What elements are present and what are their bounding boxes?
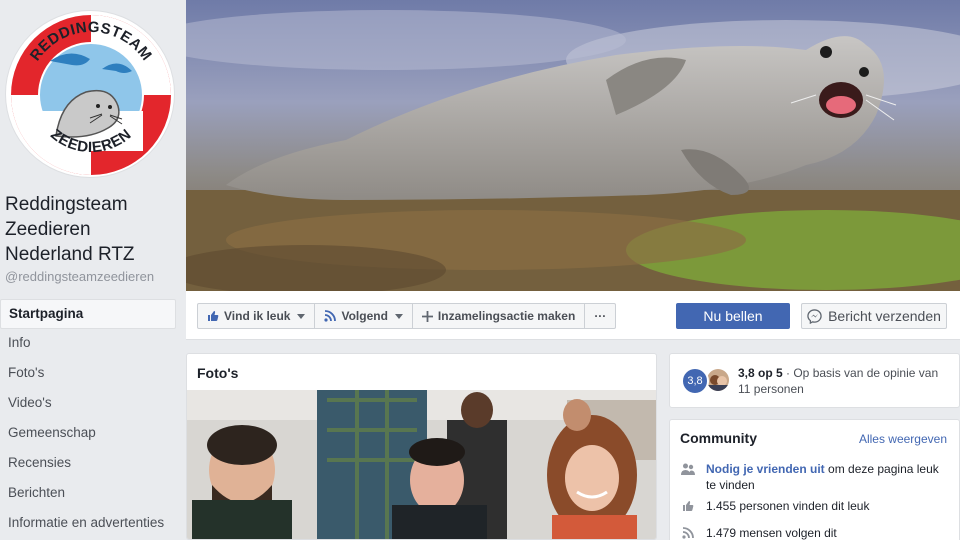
- chevron-down-icon: [297, 313, 306, 319]
- group-photo-image: [187, 390, 656, 539]
- chevron-down-icon: [394, 313, 403, 319]
- send-message-button[interactable]: Bericht verzenden: [801, 303, 947, 329]
- nav-item-info[interactable]: Info: [0, 329, 176, 359]
- page-nav: Startpagina Info Foto's Video's Gemeensc…: [0, 299, 176, 539]
- cover-photo[interactable]: [186, 0, 960, 291]
- nav-item-videos[interactable]: Video's: [0, 389, 176, 419]
- follows-row: 1.479 mensen volgen dit: [680, 525, 950, 540]
- follow-button[interactable]: Volgend: [315, 304, 413, 328]
- follow-label: Volgend: [341, 309, 388, 323]
- follows-count: 1.479 mensen volgen dit: [706, 526, 837, 540]
- invite-friends-link[interactable]: Nodig je vrienden uit: [706, 462, 825, 476]
- page-handle[interactable]: @reddingsteamzeedieren: [5, 269, 154, 284]
- logo-ring-text: REDDINGSTEAM ZEEDIEREN: [27, 19, 155, 157]
- more-icon: ···: [594, 309, 607, 323]
- like-label: Vind ik leuk: [224, 309, 291, 323]
- photos-card: Foto's: [186, 353, 657, 540]
- thumbs-up-icon: [680, 498, 696, 514]
- people-icon: [680, 461, 696, 493]
- rating-card: 3,8 3,8 op 5 · Op basis van de opinie va…: [669, 353, 960, 408]
- fundraiser-button[interactable]: Inzamelingsactie maken: [413, 304, 586, 328]
- fundraiser-label: Inzamelingsactie maken: [437, 309, 576, 323]
- messenger-icon: [807, 308, 822, 324]
- logo-text-bottom: ZEEDIEREN: [47, 126, 134, 157]
- logo-text-top: REDDINGSTEAM: [27, 19, 155, 64]
- left-column: REDDINGSTEAM ZEEDIEREN Reddingsteam Zeed…: [0, 0, 185, 540]
- nav-item-posts[interactable]: Berichten: [0, 479, 176, 509]
- action-button-group: Vind ik leuk Volgend Inzamelingsactie ma…: [197, 303, 617, 329]
- nav-item-community[interactable]: Gemeenschap: [0, 419, 176, 449]
- community-card: Community Alles weergeven Nodig je vrien…: [669, 419, 960, 540]
- nav-item-reviews[interactable]: Recensies: [0, 449, 176, 479]
- nav-item-startpagina[interactable]: Startpagina: [0, 299, 176, 329]
- more-options-button[interactable]: ···: [585, 304, 615, 328]
- page-logo[interactable]: REDDINGSTEAM ZEEDIEREN: [5, 10, 175, 178]
- call-now-button[interactable]: Nu bellen: [676, 303, 790, 329]
- rating-score[interactable]: 3,8 op 5: [738, 366, 783, 380]
- rss-icon: [680, 525, 696, 540]
- send-message-label: Bericht verzenden: [828, 308, 941, 324]
- photo-thumbnail[interactable]: [187, 390, 656, 539]
- rss-icon: [324, 310, 337, 322]
- likes-row: 1.455 personen vinden dit leuk: [680, 498, 950, 514]
- likes-count: 1.455 personen vinden dit leuk: [706, 499, 870, 513]
- action-bar: Vind ik leuk Volgend Inzamelingsactie ma…: [186, 291, 960, 340]
- community-title: Community: [680, 430, 757, 446]
- rating-badge: 3,8: [681, 367, 709, 395]
- rating-summary: 3,8 op 5 · Op basis van de opinie van 11…: [738, 365, 948, 397]
- page-name[interactable]: Reddingsteam Zeedieren Nederland RTZ: [5, 192, 180, 267]
- like-button[interactable]: Vind ik leuk: [198, 304, 316, 328]
- thumbs-up-icon: [208, 311, 219, 321]
- see-all-link[interactable]: Alles weergeven: [859, 432, 947, 446]
- seal-cover-image: [186, 0, 960, 291]
- plus-icon: [421, 310, 433, 322]
- photos-title[interactable]: Foto's: [197, 365, 238, 381]
- svg-text:ZEEDIEREN: ZEEDIEREN: [47, 126, 134, 157]
- svg-text:REDDINGSTEAM: REDDINGSTEAM: [27, 19, 155, 64]
- nav-item-ads-info[interactable]: Informatie en advertenties: [0, 509, 176, 539]
- avatar-image: [707, 369, 729, 391]
- nav-item-photos[interactable]: Foto's: [0, 359, 176, 389]
- invite-friends-row: Nodig je vrienden uit om deze pagina leu…: [680, 461, 950, 493]
